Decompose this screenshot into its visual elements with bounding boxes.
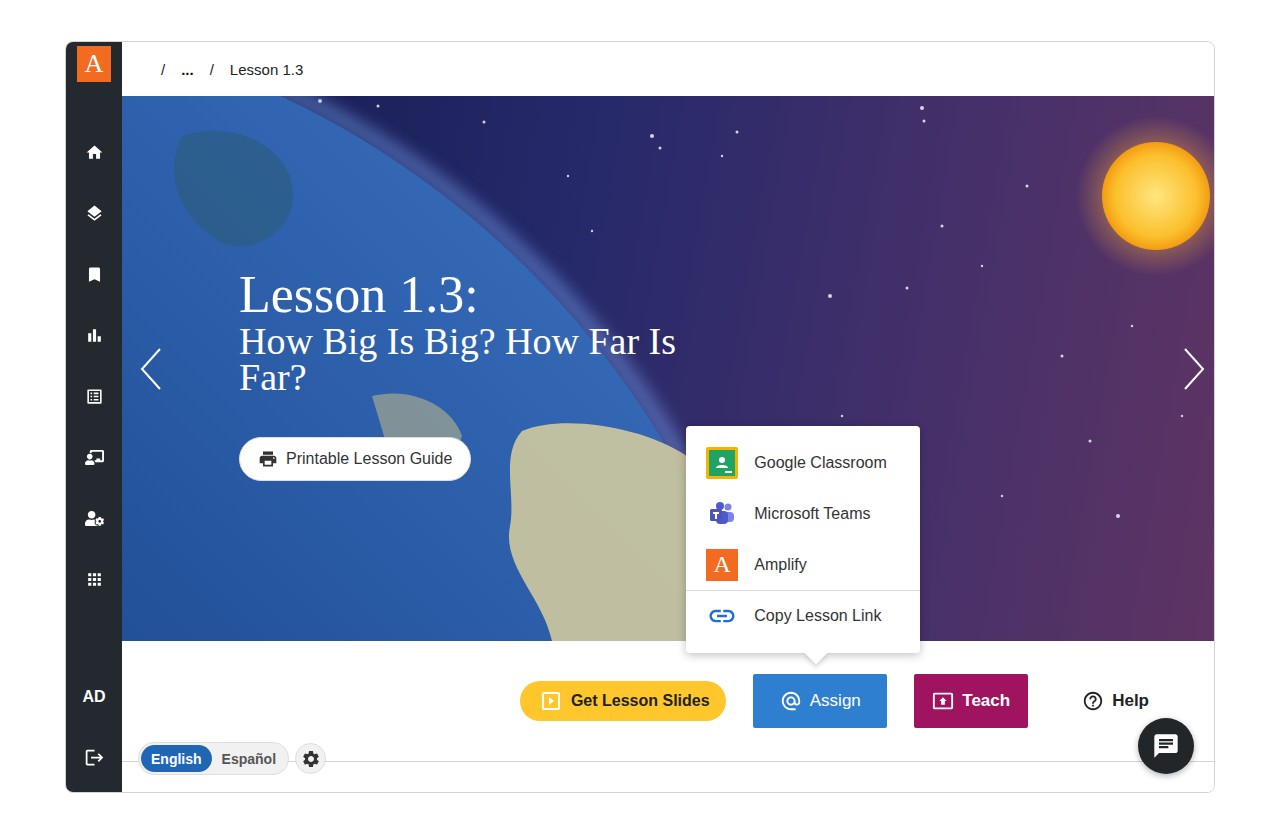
previous-button[interactable] <box>122 96 180 641</box>
breadcrumb-separator: / <box>161 61 165 78</box>
menu-icon-box: A <box>706 549 738 581</box>
chevron-right-icon <box>1183 347 1205 391</box>
amplify-logo-icon: A <box>706 549 738 581</box>
google-classroom-icon <box>706 447 738 479</box>
breadcrumb-item[interactable]: ... <box>181 61 194 78</box>
language-controls: EnglishEspañol <box>138 742 326 775</box>
printable-guide-button[interactable]: Printable Lesson Guide <box>239 437 471 481</box>
language-toggle: EnglishEspañol <box>138 742 289 775</box>
breadcrumb-separator: / <box>210 61 214 78</box>
link-icon <box>707 601 737 631</box>
sidebar-item[interactable] <box>66 122 122 183</box>
teach-button[interactable]: Teach <box>914 674 1028 728</box>
microsoft-teams-icon <box>708 500 736 528</box>
home-icon <box>85 143 104 162</box>
assign-slot: AssignGoogle ClassroomMicrosoft TeamsAAm… <box>753 674 887 728</box>
list-icon <box>85 387 104 406</box>
help-icon <box>1082 690 1104 712</box>
sidebar-item[interactable] <box>66 488 122 549</box>
help-slot: Help <box>1082 674 1149 728</box>
assign-menu-item[interactable]: Copy Lesson Link <box>686 590 920 641</box>
sidebar-item[interactable] <box>66 305 122 366</box>
assign-menu-item[interactable]: Microsoft Teams <box>686 488 920 539</box>
teach-slot: Teach <box>914 674 1028 728</box>
sidebar-item[interactable] <box>66 244 122 305</box>
hero-content: Lesson 1.3:How Big Is Big? How Far Is Fa… <box>180 96 1174 641</box>
page: A AD /... / Lesson 1.3 Lesson 1.3:How Big Is … <box>0 0 1280 836</box>
bookmark-icon <box>85 265 104 284</box>
main-area: /... / Lesson 1.3 Lesson 1.3:How Big Is Big… <box>122 42 1214 792</box>
slides-button[interactable]: Get Lesson Slides <box>520 681 726 721</box>
slides-slot: Get Lesson Slides <box>520 681 726 721</box>
apps-grid-icon <box>85 570 104 589</box>
menu-icon-box <box>706 600 738 632</box>
assign-menu-item[interactable]: Google Classroom <box>686 437 920 488</box>
language-option[interactable]: English <box>141 745 212 772</box>
user-initials[interactable]: AD <box>66 666 122 727</box>
menu-icon-box <box>706 498 738 530</box>
sidebar-item[interactable] <box>66 727 122 788</box>
breadcrumb-item: Lesson 1.3 <box>230 61 303 78</box>
next-button[interactable] <box>1174 96 1214 641</box>
teacher-icon <box>85 448 104 467</box>
assign-menu: Google ClassroomMicrosoft TeamsAAmplifyC… <box>686 426 920 653</box>
logout-icon <box>84 747 105 768</box>
user-settings-icon <box>85 509 104 528</box>
printer-icon <box>258 449 278 469</box>
app-logo[interactable]: A <box>77 46 111 82</box>
sidebar-item[interactable] <box>66 366 122 427</box>
gear-icon <box>301 749 321 769</box>
assign-button[interactable]: Assign <box>753 674 887 728</box>
chart-icon <box>85 326 104 345</box>
hero-layout: Lesson 1.3:How Big Is Big? How Far Is Fa… <box>122 96 1214 641</box>
lesson-subtitle: How Big Is Big? How Far Is Far? <box>239 323 719 395</box>
chevron-left-icon <box>140 347 162 391</box>
sidebar-item[interactable] <box>66 427 122 488</box>
at-sign-icon <box>780 690 802 712</box>
settings-button[interactable] <box>295 743 326 774</box>
menu-icon-box <box>706 447 738 479</box>
sidebar: A AD <box>66 42 122 792</box>
chat-button[interactable] <box>1138 718 1194 774</box>
slides-icon <box>539 689 563 713</box>
sidebar-item[interactable] <box>66 183 122 244</box>
menu-arrow <box>805 642 828 665</box>
language-option[interactable]: Español <box>212 745 286 772</box>
assign-menu-item[interactable]: AAmplify <box>686 539 920 590</box>
action-bar: Get Lesson Slides AssignGoogle ClassroomM… <box>122 641 1214 761</box>
breadcrumb: /... / Lesson 1.3 <box>122 42 1214 96</box>
chat-bubble-icon <box>1152 732 1180 760</box>
lesson-title: Lesson 1.3: <box>239 266 479 323</box>
sidebar-item[interactable] <box>66 549 122 610</box>
present-icon <box>932 690 954 712</box>
lesson-card: A AD /... / Lesson 1.3 Lesson 1.3:How Big Is … <box>65 41 1215 793</box>
lesson-hero: Lesson 1.3:How Big Is Big? How Far Is Fa… <box>122 96 1214 641</box>
help-button[interactable]: Help <box>1082 674 1149 728</box>
layers-icon <box>85 204 104 223</box>
